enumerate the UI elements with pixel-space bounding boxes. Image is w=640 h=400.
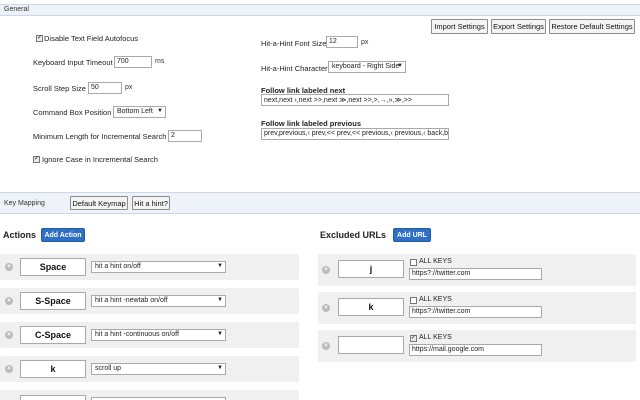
action-row: × C-Space hit a hint -continuous on/off … (0, 322, 299, 348)
action-key-box[interactable]: S-Space (20, 292, 86, 310)
action-select-value: hit a hint on/off (95, 263, 141, 270)
hit-a-hint-button[interactable]: Hit a hint? (132, 196, 170, 210)
remove-icon[interactable]: × (322, 266, 330, 274)
hint-character-label: Hit-a-Hint Character (261, 64, 328, 73)
hint-font-size-label: Hit-a-Hint Font Size (261, 39, 327, 48)
excluded-url-input[interactable]: https?://twitter.com (409, 306, 542, 318)
keyboard-timeout-input[interactable]: 700 (114, 56, 152, 68)
follow-prev-input[interactable]: prev,previous,‹ prev,<< prev,<< previous… (261, 128, 449, 140)
excluded-url-input[interactable]: https?://twitter.com (409, 268, 542, 280)
chevron-down-icon: ▼ (397, 63, 403, 69)
remove-icon[interactable]: × (5, 263, 13, 271)
action-key-box[interactable]: C-Space (20, 326, 86, 344)
key-mapping-title: Key Mapping (4, 200, 45, 207)
hint-character-select[interactable]: keyboard - Right Side ▼ (328, 61, 406, 73)
all-keys-label: ALL KEYS (419, 334, 452, 341)
all-keys-checkbox[interactable] (410, 297, 417, 304)
action-select[interactable]: scroll up ▼ (91, 363, 226, 375)
disable-autofocus-label: Disable Text Field Autofocus (44, 34, 139, 43)
action-key-box[interactable]: k (20, 360, 86, 378)
command-box-position-value: Bottom Left (117, 108, 153, 115)
action-select-value: scroll up (95, 365, 122, 372)
all-keys-checkbox[interactable] (410, 259, 417, 266)
action-row: × S-Space hit a hint -newtab on/off ▼ (0, 288, 299, 314)
follow-prev-label: Follow link labeled previous (261, 119, 362, 128)
min-length-input[interactable]: 2 (168, 130, 202, 142)
scroll-step-input[interactable]: 50 (88, 82, 122, 94)
add-url-button[interactable]: Add URL (393, 228, 431, 242)
scroll-step-unit: px (125, 84, 133, 91)
action-select[interactable]: hit a hint -continuous on/off ▼ (91, 329, 226, 341)
excluded-key-box[interactable]: k (338, 298, 404, 316)
excluded-url-row: × ✓ ALL KEYS https://mail.google.com (318, 330, 636, 362)
chevron-down-icon: ▼ (157, 108, 163, 114)
command-box-position-label: Command Box Position (33, 108, 112, 117)
action-key-box[interactable]: Space (20, 258, 86, 276)
action-key-box[interactable] (20, 395, 86, 400)
action-row-partial (0, 390, 299, 400)
action-row: × k scroll up ▼ (0, 356, 299, 382)
excluded-key-box[interactable] (338, 336, 404, 354)
chevron-down-icon: ▼ (217, 263, 223, 269)
default-keymap-button[interactable]: Default Keymap (70, 196, 128, 210)
chevron-down-icon: ▼ (217, 331, 223, 337)
action-select[interactable]: hit a hint on/off ▼ (91, 261, 226, 273)
ignore-case-checkbox[interactable]: ✓ (33, 156, 40, 163)
remove-icon[interactable]: × (322, 342, 330, 350)
chevron-down-icon: ▼ (217, 297, 223, 303)
all-keys-checkbox[interactable]: ✓ (410, 335, 417, 342)
remove-icon[interactable]: × (5, 365, 13, 373)
excluded-url-row: × k ALL KEYS https?://twitter.com (318, 292, 636, 324)
actions-heading: Actions (3, 230, 37, 240)
hint-font-size-input[interactable]: 12 (326, 36, 358, 48)
excluded-urls-heading: Excluded URLs (320, 230, 387, 240)
remove-icon[interactable]: × (5, 331, 13, 339)
action-row: × Space hit a hint on/off ▼ (0, 254, 299, 280)
keyboard-timeout-unit: ms (155, 58, 165, 65)
min-length-label: Minimum Length for Incremental Search (33, 132, 167, 141)
export-settings-button[interactable]: Export Settings (491, 19, 546, 34)
import-settings-button[interactable]: Import Settings (431, 19, 488, 34)
excluded-key-box[interactable]: j (338, 260, 404, 278)
hint-font-size-unit: px (361, 39, 369, 46)
all-keys-label: ALL KEYS (419, 258, 452, 265)
add-action-button[interactable]: Add Action (41, 228, 85, 242)
general-section-header: General (0, 4, 640, 16)
general-title: General (4, 6, 29, 13)
excluded-url-input[interactable]: https://mail.google.com (409, 344, 542, 356)
restore-default-settings-button[interactable]: Restore Default Settings (549, 19, 635, 34)
command-box-position-select[interactable]: Bottom Left ▼ (113, 106, 166, 118)
scroll-step-label: Scroll Step Size (33, 84, 86, 93)
follow-next-input[interactable]: next,next ›,next >>,next ≫,next >>,>,→,»… (261, 94, 449, 106)
all-keys-label: ALL KEYS (419, 296, 452, 303)
excluded-url-row: × j ALL KEYS https?://twitter.com (318, 254, 636, 286)
hint-character-value: keyboard - Right Side (332, 63, 400, 70)
action-select-value: hit a hint -newtab on/off (95, 297, 168, 304)
action-select-value: hit a hint -continuous on/off (95, 331, 179, 338)
chevron-down-icon: ▼ (217, 365, 223, 371)
action-select[interactable]: hit a hint -newtab on/off ▼ (91, 295, 226, 307)
disable-autofocus-checkbox[interactable]: ✓ (36, 35, 43, 42)
keyboard-timeout-label: Keyboard Input Timeout (33, 58, 113, 67)
remove-icon[interactable]: × (322, 304, 330, 312)
ignore-case-label: Ignore Case in Incremental Search (42, 155, 158, 164)
remove-icon[interactable]: × (5, 297, 13, 305)
